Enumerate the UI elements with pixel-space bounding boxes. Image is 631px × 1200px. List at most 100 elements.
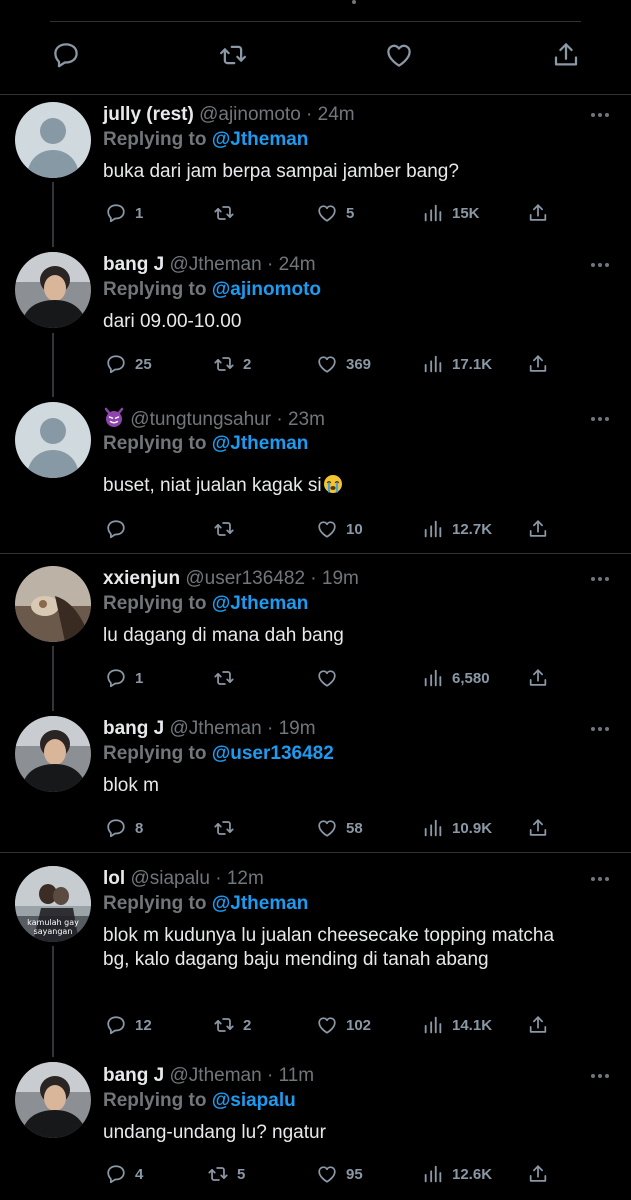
views-button[interactable]: 17.1K [422, 351, 492, 377]
view-count: 15K [452, 204, 480, 222]
mention-link[interactable]: @ajinomoto [212, 279, 321, 300]
more-options-button[interactable] [590, 876, 610, 882]
user-handle[interactable]: @Jtheman [170, 1065, 262, 1086]
tweet-text: buka dari jam berpa sampai jamber bang? [103, 161, 459, 182]
like-button[interactable]: 102 [316, 1012, 371, 1038]
share-icon [551, 40, 581, 70]
retweet-icon [213, 202, 235, 224]
avatar-default[interactable] [15, 102, 91, 178]
like-button[interactable]: 58 [316, 815, 363, 841]
mention-link[interactable]: @user136482 [212, 743, 334, 764]
reply-button[interactable]: 25 [105, 351, 152, 377]
more-options-button[interactable] [590, 416, 610, 422]
share-button[interactable] [527, 516, 549, 542]
like-button[interactable] [316, 665, 346, 691]
share-icon [527, 353, 549, 375]
retweet-button[interactable] [213, 200, 243, 226]
timestamp[interactable]: 11m [279, 1065, 315, 1086]
like-button[interactable]: 369 [316, 351, 371, 377]
timestamp[interactable]: 19m [279, 718, 316, 739]
share-button[interactable] [527, 815, 549, 841]
retweet-icon [213, 353, 235, 375]
display-name[interactable]: lol [103, 868, 125, 889]
reply-button[interactable]: 1 [105, 665, 143, 691]
share-button[interactable] [527, 665, 549, 691]
retweet-button[interactable]: 5 [207, 1161, 245, 1187]
user-handle[interactable]: @Jtheman [170, 718, 262, 739]
share-button[interactable] [527, 200, 549, 226]
views-button[interactable]: 14.1K [422, 1012, 492, 1038]
avatar-photo[interactable] [15, 566, 91, 642]
share-button[interactable] [527, 1012, 549, 1038]
mention-link[interactable]: @siapalu [212, 1090, 296, 1111]
avatar-default[interactable] [15, 402, 91, 478]
like-button[interactable] [384, 40, 414, 70]
reply-button[interactable] [105, 516, 135, 542]
views-button[interactable]: 10.9K [422, 815, 492, 841]
more-options-button[interactable] [590, 726, 610, 732]
user-handle[interactable]: @ajinomoto [199, 104, 301, 125]
reply-button[interactable]: 12 [105, 1012, 152, 1038]
reply-button[interactable]: 8 [105, 815, 143, 841]
separator: · [266, 1065, 274, 1086]
more-options-button[interactable] [590, 1073, 610, 1079]
display-name[interactable]: bang J [103, 1065, 164, 1086]
reply-icon [105, 667, 127, 689]
views-button[interactable]: 15K [422, 200, 480, 226]
top-separator-dot [352, 0, 356, 4]
like-icon [316, 1163, 338, 1185]
share-button[interactable] [527, 1161, 549, 1187]
display-name[interactable]: bang J [103, 254, 164, 275]
avatar-photo[interactable] [15, 252, 91, 328]
share-button[interactable] [527, 351, 549, 377]
like-icon [316, 518, 338, 540]
views-button[interactable]: 12.6K [422, 1161, 492, 1187]
user-handle[interactable]: @tungtungsahur [130, 409, 271, 430]
timestamp[interactable]: 24m [279, 254, 316, 275]
like-button[interactable]: 95 [316, 1161, 363, 1187]
user-handle[interactable]: @Jtheman [170, 254, 262, 275]
separator: · [215, 868, 222, 889]
like-icon [316, 667, 338, 689]
avatar-photo[interactable]: kamulah gay sayangan [15, 866, 91, 942]
views-button[interactable]: 6,580 [422, 665, 490, 691]
timestamp[interactable]: 24m [318, 104, 355, 125]
timestamp[interactable]: 12m [227, 868, 264, 889]
user-handle[interactable]: @siapalu [130, 868, 210, 889]
retweet-button[interactable]: 2 [213, 1012, 251, 1038]
more-options-button[interactable] [590, 112, 610, 118]
timestamp[interactable]: 19m [322, 568, 359, 589]
reply-button[interactable]: 1 [105, 200, 143, 226]
more-options-button[interactable] [590, 262, 610, 268]
views-button[interactable]: 12.7K [422, 516, 492, 542]
retweet-button[interactable] [213, 665, 243, 691]
avatar-caption: kamulah gay sayangan [27, 918, 79, 936]
reply-button[interactable]: 4 [105, 1161, 143, 1187]
share-button[interactable] [551, 40, 581, 70]
reply-button[interactable] [51, 40, 81, 70]
user-handle[interactable]: @user136482 [185, 568, 305, 589]
separator: · [310, 568, 317, 589]
mention-link[interactable]: @Jtheman [212, 593, 309, 614]
more-options-button[interactable] [590, 576, 610, 582]
display-name[interactable]: xxienjun [103, 568, 180, 589]
tweet-text: blok m [103, 775, 159, 796]
mention-link[interactable]: @Jtheman [212, 129, 309, 150]
avatar-photo[interactable] [15, 716, 91, 792]
avatar-photo[interactable] [15, 1062, 91, 1138]
mention-link[interactable]: @Jtheman [212, 433, 309, 454]
replying-to: Replying to @Jtheman [103, 127, 308, 153]
retweet-button[interactable] [213, 815, 243, 841]
retweet-button[interactable] [213, 516, 243, 542]
timestamp[interactable]: 23m [288, 409, 325, 430]
tweet-header: bang J @Jtheman · 24m [103, 252, 316, 278]
display-name[interactable]: jully (rest) [103, 104, 194, 125]
like-button[interactable]: 5 [316, 200, 354, 226]
retweet-button[interactable]: 2 [213, 351, 251, 377]
display-name[interactable]: bang J [103, 718, 164, 739]
retweet-button[interactable] [218, 40, 248, 70]
like-button[interactable]: 10 [316, 516, 363, 542]
tweet-text: blok m kudunya lu jualan cheesecake topp… [103, 925, 555, 970]
share-icon [527, 518, 549, 540]
mention-link[interactable]: @Jtheman [212, 893, 309, 914]
